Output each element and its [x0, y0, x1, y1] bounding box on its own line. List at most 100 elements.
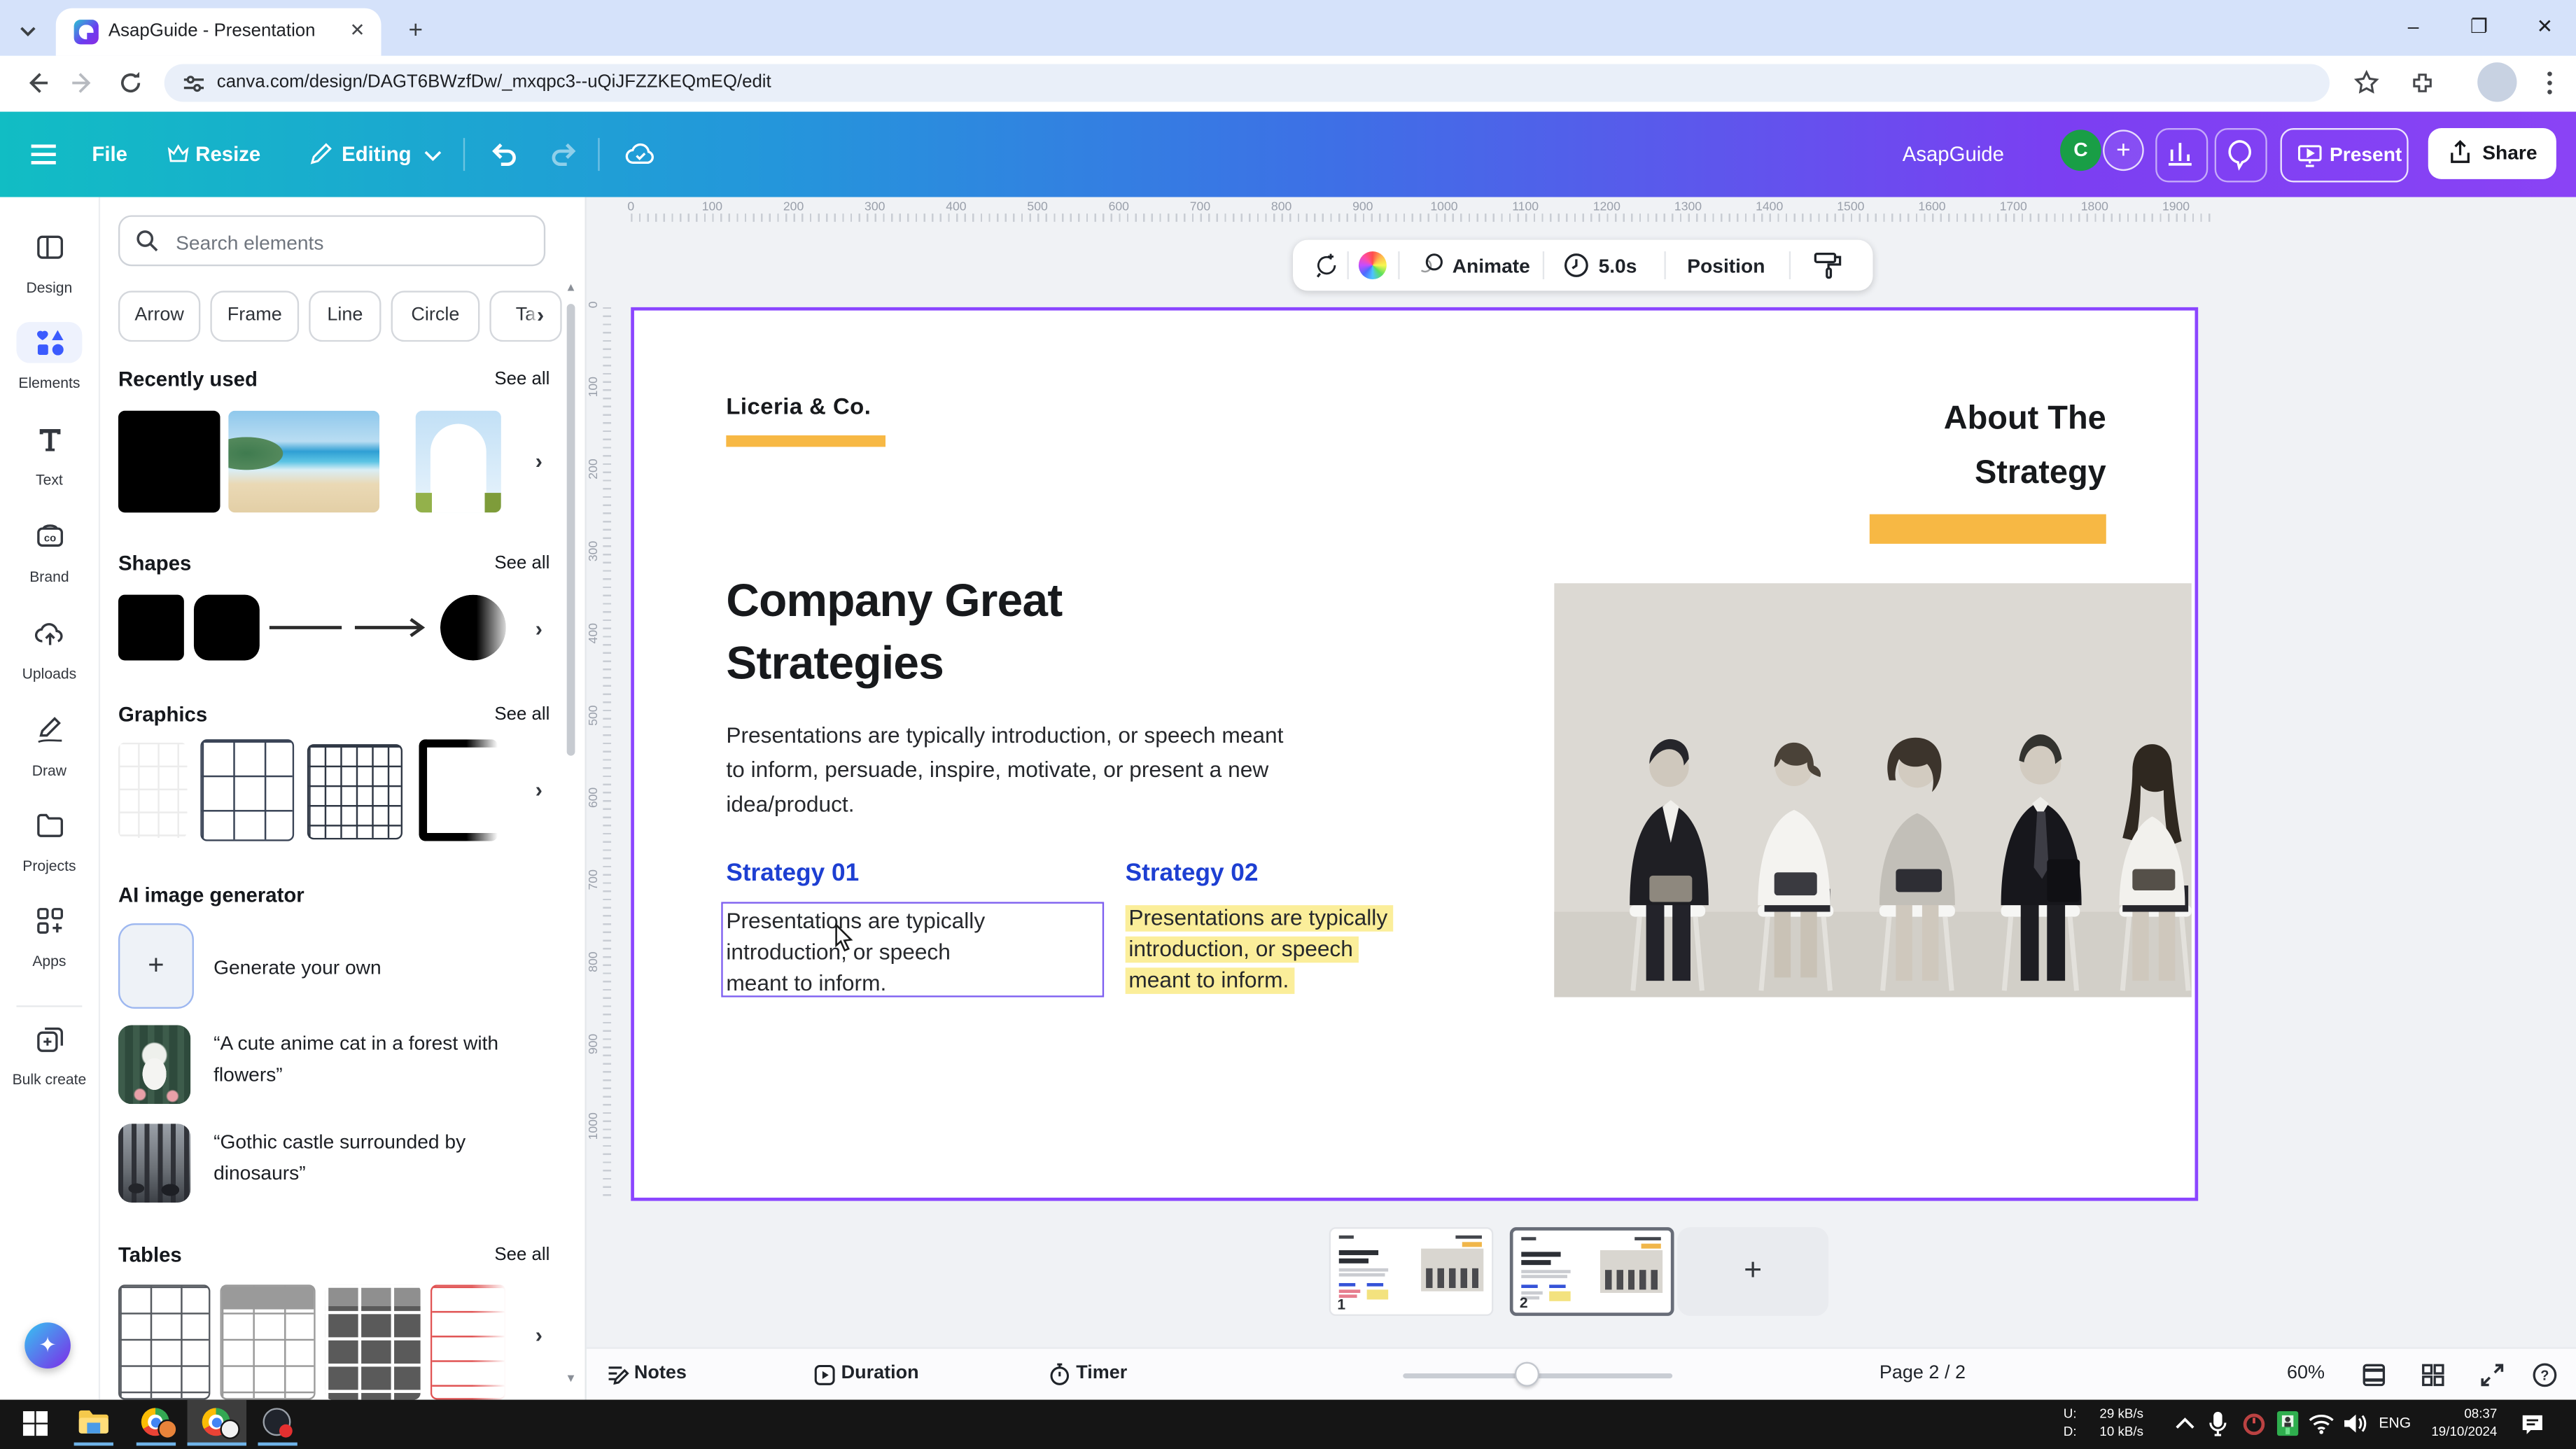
color-wheel-icon[interactable]: [1359, 251, 1387, 279]
resize-menu[interactable]: Resize: [195, 143, 260, 166]
start-button[interactable]: [6, 1400, 62, 1446]
shape-rounded-square[interactable]: [194, 595, 260, 661]
window-restore-button[interactable]: ❐: [2468, 15, 2491, 38]
filter-chip-frame[interactable]: Frame: [210, 290, 299, 342]
strategy-01-title[interactable]: Strategy 01: [726, 859, 859, 887]
wifi-icon[interactable]: [2308, 1413, 2334, 1434]
user-avatar[interactable]: C: [2060, 130, 2101, 171]
shapes-see-all[interactable]: See all: [494, 554, 550, 573]
comments-button[interactable]: [2215, 128, 2267, 182]
ai-prompt-cat-line1[interactable]: “A cute anime cat in a forest with: [214, 1032, 498, 1055]
search-input[interactable]: [172, 218, 532, 266]
sidebar-item-text[interactable]: Text: [0, 419, 99, 488]
recently-used-next-icon[interactable]: ›: [524, 447, 554, 476]
tables-see-all[interactable]: See all: [494, 1245, 550, 1265]
add-member-button[interactable]: +: [2103, 130, 2144, 171]
file-explorer-button[interactable]: [66, 1400, 122, 1446]
shape-line[interactable]: [270, 626, 342, 629]
recent-beach-photo[interactable]: [228, 411, 379, 513]
share-button[interactable]: Share: [2428, 128, 2556, 179]
main-menu-icon[interactable]: [29, 143, 57, 166]
sidebar-item-apps[interactable]: Apps: [0, 900, 99, 969]
presenter-view-icon[interactable]: [2361, 1362, 2388, 1389]
magic-switch-icon[interactable]: [1312, 251, 1340, 279]
graphic-faint-grid[interactable]: [118, 743, 188, 838]
tray-expand-icon[interactable]: [2175, 1416, 2194, 1432]
clock-date[interactable]: 19/10/2024: [2418, 1424, 2498, 1441]
panel-scrollbar[interactable]: [567, 304, 575, 755]
slide-about-accent-bar[interactable]: [1870, 514, 2106, 544]
graphic-teal-header-table[interactable]: [307, 744, 402, 839]
sidebar-item-brand[interactable]: co Brand: [0, 516, 99, 585]
fullscreen-icon[interactable]: [2479, 1362, 2506, 1389]
browser-menu-icon[interactable]: [2537, 67, 2563, 99]
reload-icon[interactable]: [117, 69, 145, 97]
panel-scroll-down-icon[interactable]: ▼: [565, 1373, 576, 1385]
shape-circle[interactable]: [440, 595, 506, 661]
obs-button[interactable]: [250, 1400, 306, 1446]
language-indicator[interactable]: ENG: [2379, 1415, 2411, 1431]
canva-assistant-button[interactable]: ✦: [24, 1322, 71, 1368]
doc-name[interactable]: AsapGuide: [1903, 143, 2004, 166]
table-plain[interactable]: [118, 1284, 210, 1399]
slide-brand-underline[interactable]: [726, 435, 886, 447]
graphic-black-frame[interactable]: [419, 739, 498, 841]
panel-scroll-up-icon[interactable]: ▲: [565, 283, 576, 294]
window-close-button[interactable]: ✕: [2533, 15, 2556, 38]
slide-brand-text[interactable]: Liceria & Co.: [726, 393, 871, 419]
graphics-next-icon[interactable]: ›: [524, 776, 554, 805]
strategy-02-textbox[interactable]: Presentations are typically introduction…: [1126, 902, 1393, 995]
editing-mode-dropdown[interactable]: Editing: [342, 143, 411, 166]
back-icon[interactable]: [23, 69, 51, 97]
zoom-slider-thumb[interactable]: [1515, 1362, 1539, 1387]
browser-tab[interactable]: AsapGuide - Presentation ✕: [56, 8, 382, 56]
volume-icon[interactable]: [2343, 1413, 2370, 1434]
grid-view-icon[interactable]: [2420, 1362, 2446, 1389]
forward-icon[interactable]: [69, 69, 97, 97]
chrome-button[interactable]: [128, 1400, 184, 1446]
shape-arrow[interactable]: [351, 615, 430, 641]
graphics-see-all[interactable]: See all: [494, 705, 550, 724]
new-tab-button[interactable]: +: [401, 16, 430, 46]
chrome-active-button[interactable]: [188, 1400, 246, 1446]
duration-button[interactable]: 5.0s: [1599, 255, 1637, 278]
graphic-table-grid[interactable]: [200, 739, 294, 841]
microphone-icon[interactable]: [2208, 1411, 2227, 1438]
search-elements-box[interactable]: [118, 215, 545, 266]
redo-icon[interactable]: [549, 139, 578, 169]
slide-body-text[interactable]: Presentations are typically introduction…: [726, 718, 1283, 822]
url-bar[interactable]: canva.com/design/DAGT6BWzfDw/_mxqpc3--uQ…: [164, 64, 2330, 102]
ai-generate-tile[interactable]: +: [118, 923, 194, 1009]
insights-button[interactable]: [2155, 128, 2208, 182]
sidebar-item-elements[interactable]: Elements: [0, 322, 99, 391]
help-icon[interactable]: ?: [2532, 1362, 2558, 1389]
slide-page[interactable]: Liceria & Co. About The Strategy Company…: [631, 307, 2198, 1201]
sidebar-item-projects[interactable]: Projects: [0, 805, 99, 874]
extensions-icon[interactable]: [2409, 69, 2437, 97]
recent-arch-frame[interactable]: [416, 411, 501, 513]
ai-prompt-castle-thumb[interactable]: [118, 1124, 190, 1203]
window-minimize-button[interactable]: –: [2402, 15, 2425, 38]
undo-icon[interactable]: [489, 139, 519, 169]
shape-square[interactable]: [118, 595, 184, 661]
notes-button[interactable]: Notes: [634, 1364, 687, 1383]
strategy-01-textbox[interactable]: Presentations are typically introduction…: [721, 902, 1104, 997]
tables-next-icon[interactable]: ›: [524, 1321, 554, 1350]
page-thumbnail-1[interactable]: 1: [1329, 1227, 1494, 1316]
duration-button-label[interactable]: Duration: [841, 1364, 919, 1383]
ai-prompt-castle-line2[interactable]: dinosaurs”: [214, 1161, 306, 1184]
filter-chip-circle[interactable]: Circle: [391, 290, 480, 342]
sidebar-item-uploads[interactable]: Uploads: [0, 612, 99, 682]
ai-generate-label[interactable]: Generate your own: [214, 956, 382, 979]
table-red-border[interactable]: [430, 1284, 506, 1399]
slide-photo-people[interactable]: [1554, 583, 2192, 997]
present-button[interactable]: Present: [2281, 128, 2409, 182]
slide-about-title[interactable]: About The Strategy: [1944, 393, 2106, 501]
page-thumbnail-2[interactable]: 2: [1510, 1227, 1674, 1316]
recently-used-see-all[interactable]: See all: [494, 370, 550, 389]
tray-app-icon[interactable]: [2277, 1411, 2299, 1436]
ai-prompt-cat-thumb[interactable]: [118, 1025, 190, 1104]
tab-close-icon[interactable]: ✕: [346, 22, 368, 43]
slide-heading[interactable]: Company Great Strategies: [726, 570, 1062, 694]
bookmark-star-icon[interactable]: [2353, 69, 2381, 97]
